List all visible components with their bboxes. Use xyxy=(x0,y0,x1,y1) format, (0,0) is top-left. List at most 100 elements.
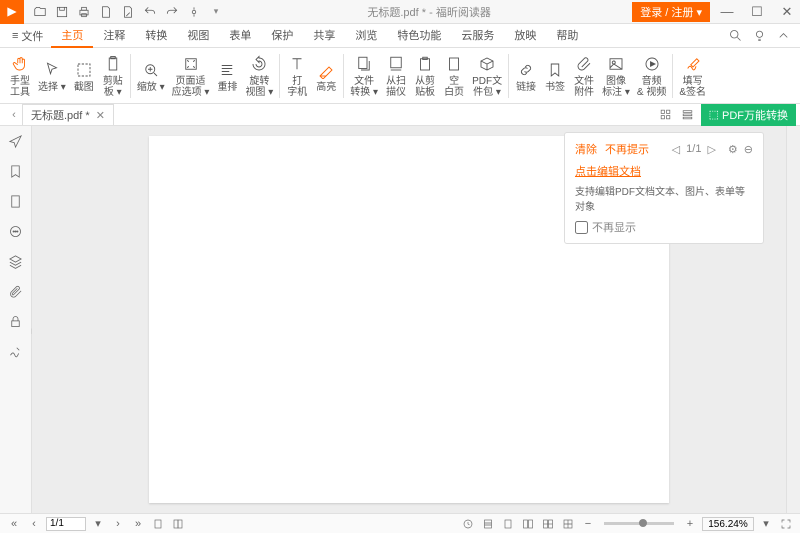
scroll-icon[interactable] xyxy=(184,2,204,22)
view-mode2-icon[interactable] xyxy=(500,516,516,532)
first-page-icon[interactable]: « xyxy=(6,516,22,532)
signature-panel-icon[interactable] xyxy=(7,342,25,360)
maximize-button[interactable]: ☐ xyxy=(744,2,770,22)
attachment-icon[interactable] xyxy=(7,282,25,300)
search-icon[interactable] xyxy=(726,27,744,45)
ribbon-type[interactable]: 打 字机 xyxy=(283,51,311,100)
tab-prev-icon[interactable]: ‹ xyxy=(6,107,22,123)
read-mode-icon[interactable] xyxy=(460,516,476,532)
scan-icon xyxy=(385,53,407,75)
tip-close-icon[interactable]: ⊖ xyxy=(744,143,753,156)
zoom-value[interactable]: 156.24% xyxy=(702,517,754,531)
menu-file-button[interactable]: ≡文件 xyxy=(4,25,51,47)
tip-gear-icon[interactable]: ⚙ xyxy=(728,143,738,156)
ribbon-att[interactable]: 文件 附件 xyxy=(570,51,598,100)
tip-noshow-link[interactable]: 不再提示 xyxy=(605,141,649,157)
ribbon-pkg[interactable]: PDF文 件包 ▾ xyxy=(469,51,505,100)
undo-icon[interactable] xyxy=(140,2,160,22)
view-mode1-icon[interactable] xyxy=(480,516,496,532)
collapse-ribbon-icon[interactable] xyxy=(774,27,792,45)
menu-视图[interactable]: 视图 xyxy=(177,24,219,48)
menu-表单[interactable]: 表单 xyxy=(219,24,261,48)
doc-icon[interactable] xyxy=(96,2,116,22)
zoom-dd-icon[interactable]: ▾ xyxy=(758,516,774,532)
zoom-out-icon[interactable]: − xyxy=(580,516,596,532)
comments-icon[interactable] xyxy=(7,222,25,240)
qat-dropdown-icon[interactable]: ▾ xyxy=(206,2,226,22)
ribbon-img[interactable]: 图像 标注 ▾ xyxy=(599,51,633,100)
menu-浏览[interactable]: 浏览 xyxy=(345,24,387,48)
ribbon-hl[interactable]: 高亮 xyxy=(312,57,340,95)
menu-转换[interactable]: 转换 xyxy=(135,24,177,48)
st-doc2-icon[interactable] xyxy=(170,516,186,532)
canvas-area[interactable]: 清除 不再提示 ◁ 1/1 ▷ ⚙ ⊖ 点击编辑文档 支持编辑PDF文档文本、图… xyxy=(32,126,786,513)
page-dd-icon[interactable]: ▾ xyxy=(90,516,106,532)
ribbon-conv[interactable]: 文件 转换 ▾ xyxy=(347,51,381,100)
tip-clear-link[interactable]: 清除 xyxy=(575,141,597,157)
layers-icon[interactable] xyxy=(7,252,25,270)
ribbon-fit[interactable]: 页面适 应选项 ▾ xyxy=(169,51,213,100)
navigation-icon[interactable] xyxy=(7,132,25,150)
bulb-icon[interactable] xyxy=(750,27,768,45)
ribbon-reflow[interactable]: 重排 xyxy=(213,57,241,95)
minimize-button[interactable]: — xyxy=(714,2,740,22)
tip-prev-icon[interactable]: ◁ xyxy=(672,143,680,156)
ribbon: 手型 工具选择 ▾截图剪贴 板 ▾缩放 ▾页面适 应选项 ▾重排旋转 视图 ▾打… xyxy=(0,48,800,104)
view-list-icon[interactable] xyxy=(679,107,697,123)
ribbon-hand[interactable]: 手型 工具 xyxy=(6,51,34,100)
view-mode3-icon[interactable] xyxy=(520,516,536,532)
save-icon[interactable] xyxy=(52,2,72,22)
tip-title-link[interactable]: 点击编辑文档 xyxy=(575,163,753,179)
pdf-convert-button[interactable]: ⬚PDF万能转换 xyxy=(701,104,796,126)
ribbon-clip[interactable]: 剪贴 板 ▾ xyxy=(99,51,127,100)
redo-icon[interactable] xyxy=(162,2,182,22)
link-icon xyxy=(515,59,537,81)
menu-主页[interactable]: 主页 xyxy=(51,24,93,48)
login-button[interactable]: 登录 / 注册 ▾ xyxy=(632,2,710,22)
ribbon-zoom[interactable]: 缩放 ▾ xyxy=(134,57,168,95)
snap-icon xyxy=(73,59,95,81)
zoom-thumb[interactable] xyxy=(639,519,647,527)
menu-帮助[interactable]: 帮助 xyxy=(546,24,588,48)
bookmark-icon[interactable] xyxy=(7,162,25,180)
menu-特色功能[interactable]: 特色功能 xyxy=(387,24,451,48)
zoom-slider[interactable] xyxy=(604,522,674,525)
open-icon[interactable] xyxy=(30,2,50,22)
ribbon-sign[interactable]: 填写 &签名 xyxy=(676,51,709,100)
doc2-icon[interactable] xyxy=(118,2,138,22)
prev-page-icon[interactable]: ‹ xyxy=(26,516,42,532)
fullscreen-icon[interactable] xyxy=(778,516,794,532)
pages-icon[interactable] xyxy=(7,192,25,210)
next-page-icon[interactable]: › xyxy=(110,516,126,532)
ribbon-snap[interactable]: 截图 xyxy=(70,57,98,95)
vertical-scrollbar[interactable] xyxy=(786,126,800,513)
ribbon-av[interactable]: 音频 & 视频 xyxy=(634,51,669,100)
menu-云服务[interactable]: 云服务 xyxy=(451,24,504,48)
document-tab[interactable]: 无标题.pdf * ✕ xyxy=(22,104,114,125)
ribbon-rotate[interactable]: 旋转 视图 ▾ xyxy=(242,51,276,100)
ribbon-paste[interactable]: 从剪 贴板 xyxy=(411,51,439,100)
print-icon[interactable] xyxy=(74,2,94,22)
tip-checkbox[interactable]: 不再显示 xyxy=(575,219,753,235)
ribbon-blank[interactable]: 空 白页 xyxy=(440,51,468,100)
ribbon-link[interactable]: 链接 xyxy=(512,57,540,95)
view-grid-icon[interactable] xyxy=(657,107,675,123)
menu-放映[interactable]: 放映 xyxy=(504,24,546,48)
page-input[interactable] xyxy=(46,517,86,531)
menu-共享[interactable]: 共享 xyxy=(303,24,345,48)
titlebar-right: 登录 / 注册 ▾ — ☐ ✕ xyxy=(632,2,800,22)
security-icon[interactable] xyxy=(7,312,25,330)
view-mode5-icon[interactable] xyxy=(560,516,576,532)
tab-close-icon[interactable]: ✕ xyxy=(96,109,105,122)
view-mode4-icon[interactable] xyxy=(540,516,556,532)
close-button[interactable]: ✕ xyxy=(774,2,800,22)
tip-next-icon[interactable]: ▷ xyxy=(707,143,715,156)
zoom-in-icon[interactable]: + xyxy=(682,516,698,532)
menu-注释[interactable]: 注释 xyxy=(93,24,135,48)
last-page-icon[interactable]: » xyxy=(130,516,146,532)
ribbon-select[interactable]: 选择 ▾ xyxy=(35,57,69,95)
menu-保护[interactable]: 保护 xyxy=(261,24,303,48)
st-doc1-icon[interactable] xyxy=(150,516,166,532)
ribbon-scan[interactable]: 从扫 描仪 xyxy=(382,51,410,100)
ribbon-bm[interactable]: 书签 xyxy=(541,57,569,95)
